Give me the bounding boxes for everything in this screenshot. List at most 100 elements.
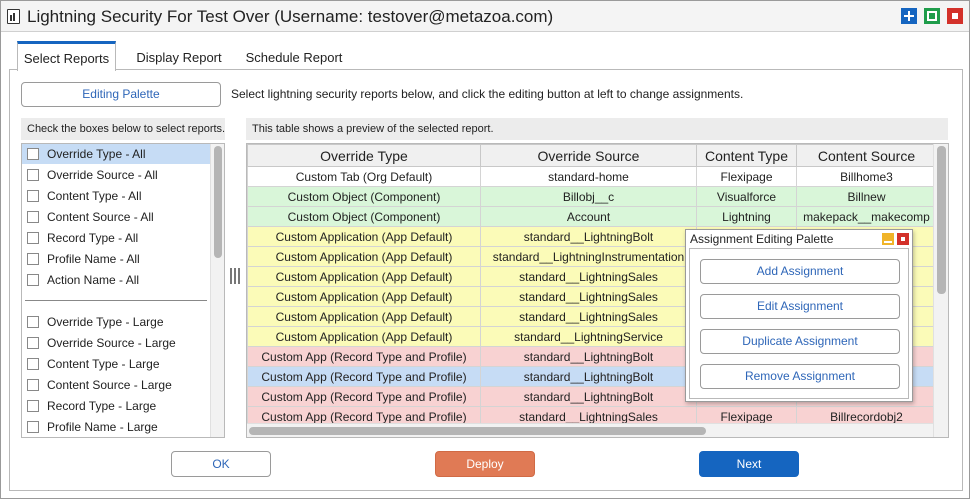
report-list-item[interactable]: Content Source - All [22, 207, 210, 227]
table-cell[interactable]: standard__LightningService [480, 326, 697, 347]
report-checkbox[interactable] [27, 169, 39, 181]
report-list-item[interactable]: Content Type - All [22, 186, 210, 206]
instruction-text: Select lightning security reports below,… [231, 87, 744, 101]
left-list-scrollbar[interactable] [210, 144, 224, 437]
left-panel-header: Check the boxes below to select reports. [21, 118, 225, 140]
table-cell[interactable]: Custom Application (App Default) [247, 286, 481, 307]
window-title: Lightning Security For Test Over (Userna… [27, 7, 554, 26]
report-checkbox[interactable] [27, 421, 39, 433]
report-list-item[interactable]: Action Name - All [22, 270, 210, 290]
table-cell[interactable]: makepack__makecomp [796, 206, 937, 227]
table-row[interactable]: Custom Tab (Org Default) standard-home Fle… [247, 166, 948, 187]
report-checkbox[interactable] [27, 316, 39, 328]
table-cell[interactable]: Billnew [796, 186, 937, 207]
deploy-button[interactable]: Deploy [435, 451, 535, 477]
report-checkbox[interactable] [27, 232, 39, 244]
report-list-item[interactable]: Record Type - Large [22, 396, 210, 416]
close-icon[interactable] [897, 233, 909, 245]
restore-icon[interactable] [924, 8, 940, 24]
table-cell[interactable]: Flexipage [696, 166, 797, 187]
table-cell[interactable]: Custom Application (App Default) [247, 246, 481, 267]
edit-assignment-button[interactable]: Edit Assignment [700, 294, 900, 319]
add-assignment-button[interactable]: Add Assignment [700, 259, 900, 284]
report-checkbox[interactable] [27, 337, 39, 349]
column-header[interactable]: Content Source [796, 144, 937, 167]
report-label: Content Type - Large [47, 357, 160, 371]
duplicate-assignment-button[interactable]: Duplicate Assignment [700, 329, 900, 354]
table-cell[interactable]: Billhome3 [796, 166, 937, 187]
table-cell[interactable]: standard__LightningInstrumentation [480, 246, 697, 267]
table-horizontal-scroll-thumb[interactable] [249, 427, 706, 435]
table-cell[interactable]: standard__LightningBolt [480, 386, 697, 407]
close-icon[interactable] [947, 8, 963, 24]
report-label: Override Type - Large [47, 315, 164, 329]
column-header[interactable]: Override Source [480, 144, 697, 167]
report-list-item[interactable]: Profile Name - All [22, 249, 210, 269]
table-cell[interactable]: Custom App (Record Type and Profile) [247, 386, 481, 407]
report-label: Override Type - All [47, 147, 146, 161]
column-header[interactable]: Content Type [696, 144, 797, 167]
tab-display-report[interactable]: Display Report [129, 41, 229, 70]
report-label: Override Source - Large [47, 336, 176, 350]
report-list-item[interactable]: Override Type - All [22, 144, 210, 164]
table-horizontal-scrollbar[interactable] [247, 423, 933, 437]
editing-palette-button[interactable]: Editing Palette [21, 82, 221, 107]
panel-splitter-handle[interactable] [230, 268, 242, 284]
report-checkbox[interactable] [27, 400, 39, 412]
report-checkbox-list: Override Type - All Override Source - All… [21, 143, 225, 438]
list-divider [25, 300, 207, 301]
tab-schedule-report[interactable]: Schedule Report [239, 41, 349, 70]
maximize-icon[interactable] [901, 8, 917, 24]
report-label: Action Name - All [47, 273, 140, 287]
table-cell[interactable]: standard__LightningSales [480, 286, 697, 307]
report-checkbox[interactable] [27, 253, 39, 265]
table-cell[interactable]: Custom App (Record Type and Profile) [247, 366, 481, 387]
table-row[interactable]: Custom Object (Component) Billobj__c Visua… [247, 186, 948, 207]
report-list-item[interactable]: Record Type - All [22, 228, 210, 248]
report-checkbox[interactable] [27, 274, 39, 286]
report-checkbox[interactable] [27, 358, 39, 370]
ok-button[interactable]: OK [171, 451, 271, 477]
report-checkbox[interactable] [27, 211, 39, 223]
tab-select-reports[interactable]: Select Reports [17, 41, 116, 71]
table-vertical-scrollbar[interactable] [933, 144, 948, 437]
column-header[interactable]: Override Type [247, 144, 481, 167]
left-list-scroll-thumb[interactable] [214, 146, 222, 258]
table-cell[interactable]: Lightning [696, 206, 797, 227]
table-cell[interactable]: Visualforce [696, 186, 797, 207]
report-checkbox[interactable] [27, 379, 39, 391]
remove-assignment-button[interactable]: Remove Assignment [700, 364, 900, 389]
report-list-item[interactable]: Override Type - Large [22, 312, 210, 332]
report-checkbox[interactable] [27, 148, 39, 160]
table-vertical-scroll-thumb[interactable] [937, 146, 946, 294]
table-cell[interactable]: Billobj__c [480, 186, 697, 207]
table-cell[interactable]: Custom App (Record Type and Profile) [247, 346, 481, 367]
table-header-row: Override Type Override Source Content Ty… [247, 144, 948, 167]
table-cell[interactable]: standard__LightningBolt [480, 226, 697, 247]
report-label: Profile Name - Large [47, 420, 158, 434]
report-list-item[interactable]: Profile Name - Large [22, 417, 210, 437]
table-cell[interactable]: Custom Application (App Default) [247, 226, 481, 247]
minimize-icon[interactable] [882, 233, 894, 245]
table-cell[interactable]: standard__LightningSales [480, 266, 697, 287]
table-cell[interactable]: standard__LightningBolt [480, 346, 697, 367]
report-label: Content Source - All [47, 210, 154, 224]
table-cell[interactable]: standard-home [480, 166, 697, 187]
table-cell[interactable]: Custom Object (Component) [247, 206, 481, 227]
report-checkbox[interactable] [27, 190, 39, 202]
table-cell[interactable]: standard__LightningBolt [480, 366, 697, 387]
table-row[interactable]: Custom Object (Component) Account Lightnin… [247, 206, 948, 227]
table-cell[interactable]: Account [480, 206, 697, 227]
report-list-item[interactable]: Override Source - All [22, 165, 210, 185]
assignment-editing-palette: Assignment Editing Palette Add Assignmen… [685, 229, 913, 402]
table-cell[interactable]: standard__LightningSales [480, 306, 697, 327]
table-cell[interactable]: Custom Application (App Default) [247, 266, 481, 287]
table-cell[interactable]: Custom Tab (Org Default) [247, 166, 481, 187]
report-list-item[interactable]: Content Type - Large [22, 354, 210, 374]
table-cell[interactable]: Custom Object (Component) [247, 186, 481, 207]
report-list-item[interactable]: Override Source - Large [22, 333, 210, 353]
next-button[interactable]: Next [699, 451, 799, 477]
report-list-item[interactable]: Content Source - Large [22, 375, 210, 395]
table-cell[interactable]: Custom Application (App Default) [247, 326, 481, 347]
table-cell[interactable]: Custom Application (App Default) [247, 306, 481, 327]
